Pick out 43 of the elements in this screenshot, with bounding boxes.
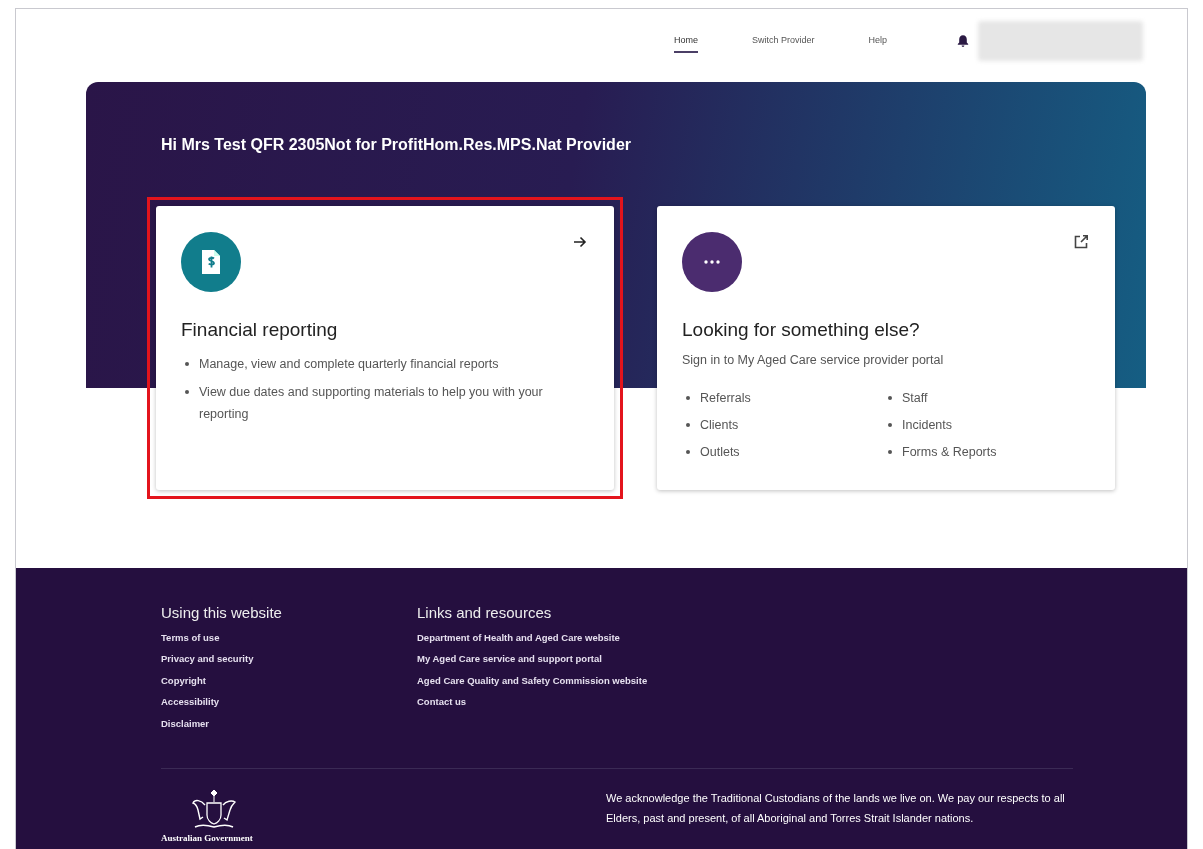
- bell-icon[interactable]: [956, 34, 970, 48]
- bullet-icon: [185, 362, 189, 366]
- bullet-icon: [888, 423, 892, 427]
- nav-link[interactable]: Home: [673, 29, 698, 53]
- footer-link[interactable]: Department of Health and Aged Care website: [417, 627, 673, 649]
- footer-link[interactable]: Disclaimer: [161, 712, 417, 735]
- bullet-icon: [686, 396, 690, 400]
- bullet-text: Outlets: [700, 444, 740, 461]
- bullet-text: View due dates and supporting materials to help you with your reporting: [199, 384, 544, 423]
- bullet-icon: [888, 450, 892, 454]
- bullet-icon: [686, 423, 690, 427]
- bullet-text: Staff: [902, 390, 928, 407]
- footer-link[interactable]: Copyright: [161, 669, 417, 692]
- footer-link[interactable]: Aged Care Quality and Safety Commission website: [417, 669, 673, 692]
- greeting: Hi Mrs Test QFR 2305Not for ProfitHom.Res.MPS.Nat Provider: [161, 136, 632, 155]
- bullet-text: Incidents: [902, 417, 953, 434]
- bullet-text: Clients: [700, 417, 739, 434]
- card-title: Financial reporting: [181, 319, 339, 341]
- bullet-icon: [185, 390, 189, 394]
- footer-link[interactable]: Terms of use: [161, 627, 417, 649]
- footer-link[interactable]: Privacy and security: [161, 648, 417, 670]
- bullet-icon: [888, 396, 892, 400]
- bullet-text: Manage, view and complete quarterly financial reports: [199, 356, 499, 373]
- card[interactable]: Looking for something else? Sign in to My Aged Care service provider portal Referrals Clients Outlets Staff Incidents Forms & Reports: [657, 206, 1115, 490]
- card-title: Looking for something else?: [682, 319, 921, 341]
- more-icon: [682, 232, 742, 292]
- arrow-right-icon[interactable]: [572, 234, 588, 250]
- footer-heading: Using this website: [161, 604, 283, 621]
- logo-text: Australian Government: [161, 833, 253, 843]
- acknowledgement-text: We acknowledge the Traditional Custodians of the lands we live on. We pay our respects to all Elders, past and present, of all Aboriginal and Torres Strait Islander nations.: [606, 791, 1066, 826]
- footer-heading: Links and resources: [417, 604, 553, 621]
- footer-link[interactable]: Contact us: [417, 691, 673, 713]
- external-link-icon[interactable]: [1073, 234, 1089, 250]
- bullet-text: Referrals: [700, 390, 751, 407]
- nav-link[interactable]: Switch Provider: [751, 29, 815, 53]
- bullet-icon: [686, 450, 690, 454]
- card-subtitle: Sign in to My Aged Care service provider portal: [682, 353, 945, 367]
- bullet-text: Forms & Reports: [902, 444, 997, 461]
- document-dollar-icon: [181, 232, 241, 292]
- footer-link[interactable]: My Aged Care service and support portal: [417, 648, 673, 670]
- nav-link[interactable]: Help: [868, 29, 887, 53]
- card[interactable]: Financial reporting Manage, view and complete quarterly financial reports View due dates and supporting materials to help you with your reporting: [156, 206, 614, 490]
- footer-link[interactable]: Accessibility: [161, 691, 417, 713]
